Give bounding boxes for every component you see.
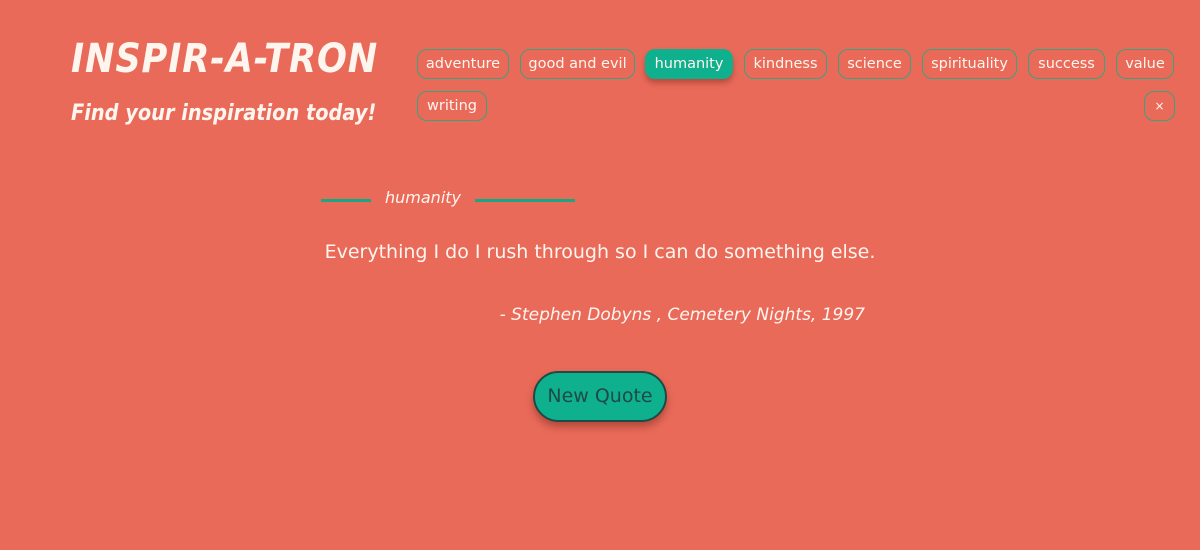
quote-category-label: humanity <box>385 188 461 207</box>
tag-adventure[interactable]: adventure <box>417 49 509 79</box>
clear-filter-button[interactable]: × <box>1144 91 1175 121</box>
category-divider-left <box>321 199 371 202</box>
tag-spirituality[interactable]: spirituality <box>922 49 1017 79</box>
new-quote-button[interactable]: New Quote <box>533 371 667 422</box>
page-title: INSPIR-A-TRON <box>71 36 379 82</box>
tag-value[interactable]: value <box>1116 49 1174 79</box>
tag-writing[interactable]: writing <box>417 91 487 121</box>
tag-science[interactable]: science <box>838 49 911 79</box>
quote-text: Everything I do I rush through so I can … <box>324 241 876 263</box>
close-icon: × <box>1154 99 1165 113</box>
tag-success[interactable]: success <box>1028 49 1105 79</box>
tag-good-and-evil[interactable]: good and evil <box>520 49 635 79</box>
tag-kindness[interactable]: kindness <box>744 49 827 79</box>
page-subtitle: Find your inspiration today! <box>71 101 377 126</box>
quote-source: - Stephen Dobyns , Cemetery Nights, 1997 <box>499 305 865 325</box>
tag-humanity[interactable]: humanity <box>645 49 733 79</box>
category-divider-right <box>475 199 575 202</box>
quote-category: humanity <box>321 186 575 212</box>
